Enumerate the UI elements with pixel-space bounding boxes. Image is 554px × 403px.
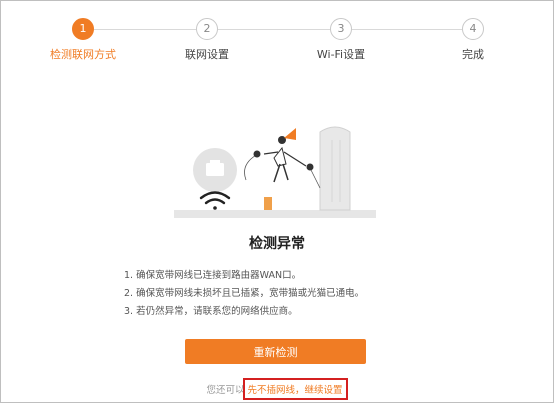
router-device	[319, 126, 351, 211]
step-connector	[352, 29, 462, 30]
step-connector	[218, 29, 330, 30]
step-connector	[94, 29, 196, 30]
wifi-icon	[199, 191, 231, 210]
skip-cable-continue-link[interactable]: 先不插网线，继续设置	[248, 385, 343, 396]
detection-status-title: 检测异常	[249, 236, 305, 252]
step-2-indicator: 2	[196, 18, 218, 40]
network-detection-illustration	[174, 126, 376, 218]
troubleshooting-tips: 1. 确保宽带网线已连接到路由器WAN口。 2. 确保宽带网线未损坏且已插紧，宽…	[124, 267, 364, 321]
tip-item: 2. 确保宽带网线未损坏且已插紧，宽带猫或光猫已通电。	[124, 288, 365, 299]
step-3-label: Wi-Fi设置	[316, 48, 366, 61]
step-4-indicator: 4	[462, 18, 484, 40]
step-1-label: 检测联网方式	[50, 48, 116, 61]
ethernet-port-icon	[193, 148, 237, 192]
step-1-indicator: 1	[72, 18, 94, 40]
tip-item: 1. 确保宽带网线已连接到路由器WAN口。	[124, 270, 302, 281]
step-4-label: 完成	[462, 48, 484, 61]
alternative-prefix-text: 您还可以	[206, 385, 245, 396]
highlight-box: 先不插网线，继续设置	[242, 378, 348, 400]
tip-item: 3. 若仍然异常，请联系您的网络供应商。	[124, 306, 298, 317]
person-figure	[263, 136, 307, 210]
step-2-label: 联网设置	[185, 48, 229, 61]
retry-detection-button[interactable]: 重新检测	[185, 339, 366, 364]
progress-stepper: 1 检测联网方式 2 联网设置 3 Wi-Fi设置 4 完成	[0, 0, 554, 70]
alternative-action-row: 您还可以 先不插网线，继续设置	[0, 378, 554, 400]
step-3-indicator: 3	[330, 18, 352, 40]
